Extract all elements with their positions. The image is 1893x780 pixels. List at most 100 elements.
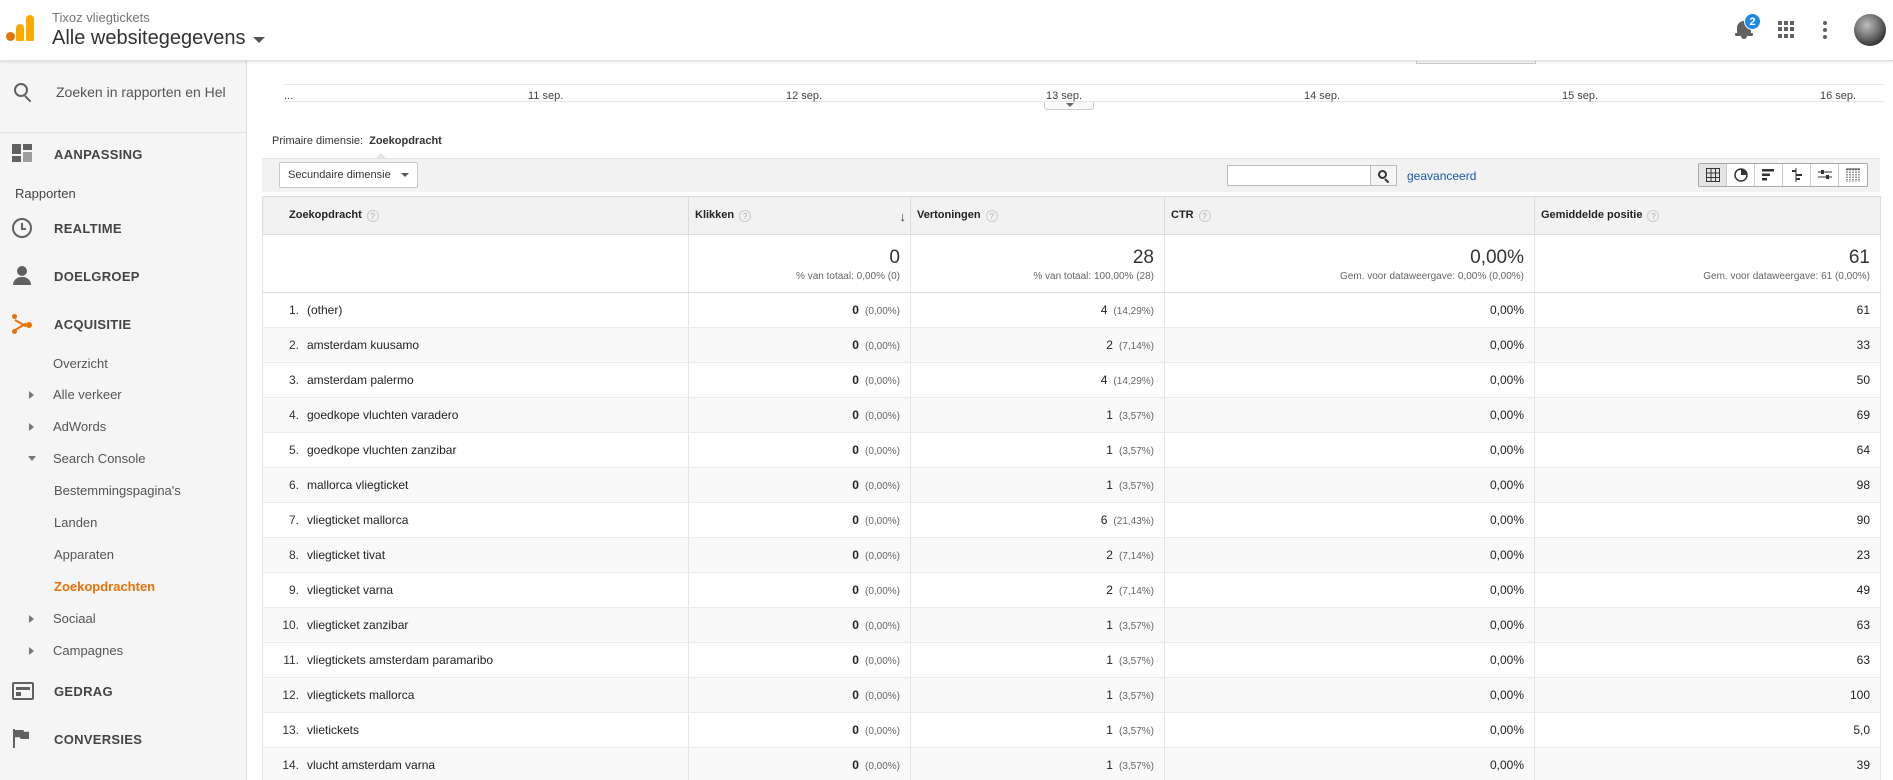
chevron-right-icon[interactable] — [29, 423, 34, 431]
query-link[interactable]: vliegticket tivat — [307, 548, 385, 562]
analytics-logo-icon[interactable] — [6, 15, 34, 41]
timeline-top-handle[interactable] — [1416, 61, 1536, 64]
timeline-expand-handle[interactable] — [1044, 102, 1094, 110]
query-cell: 13. vlietickets — [262, 712, 689, 748]
position-value: 90 — [1856, 513, 1870, 527]
avatar[interactable] — [1854, 14, 1886, 46]
query-link[interactable]: vliegticket mallorca — [307, 513, 408, 527]
sidebar-item-customization[interactable]: AANPASSING — [0, 134, 247, 174]
sidebar-item-realtime[interactable]: REALTIME — [0, 208, 247, 248]
query-link[interactable]: vliegtickets amsterdam paramaribo — [307, 653, 493, 667]
totals-ctr: 0,00% Gem. voor dataweergave: 0,00% (0,00… — [1164, 234, 1535, 293]
position-cell: 64 — [1534, 432, 1881, 468]
advanced-filter-link[interactable]: geavanceerd — [1407, 169, 1476, 183]
sidebar-item-all-traffic[interactable]: Alle verkeer — [53, 387, 122, 402]
impressions-cell: 1 (3,57%) — [910, 467, 1165, 503]
sidebar-item-behavior[interactable]: GEDRAG — [0, 671, 247, 711]
view-selector[interactable]: Alle websitegegevens — [52, 27, 266, 50]
performance-view-button[interactable] — [1755, 164, 1783, 186]
secondary-dimension-dropdown[interactable]: Secundaire dimensie — [279, 162, 418, 188]
impressions-value: 1 — [1106, 478, 1113, 492]
primary-dimension-value[interactable]: Zoekopdracht — [369, 135, 442, 147]
impressions-percent: (14,29%) — [1113, 306, 1154, 317]
help-icon[interactable]: ? — [1647, 209, 1660, 222]
term-cloud-view-button[interactable] — [1811, 164, 1839, 186]
clicks-cell: 0 (0,00%) — [688, 712, 911, 748]
query-link[interactable]: goedkope vluchten zanzibar — [307, 443, 456, 457]
apps-grid-icon[interactable] — [1778, 21, 1795, 38]
query-link[interactable]: amsterdam palermo — [307, 373, 414, 387]
impressions-value: 2 — [1106, 548, 1113, 562]
query-link[interactable]: goedkope vluchten varadero — [307, 408, 458, 422]
impressions-value: 6 — [1100, 513, 1108, 527]
impressions-value: 4 — [1100, 303, 1108, 317]
query-link[interactable]: mallorca vliegticket — [307, 478, 408, 492]
column-header-impressions[interactable]: Vertoningen? — [910, 196, 1165, 235]
row-index: 11. — [283, 653, 299, 667]
sidebar-item-overview[interactable]: Overzicht — [53, 356, 108, 371]
sidebar-item-queries[interactable]: Zoekopdrachten — [54, 579, 155, 594]
sidebar-item-acquisition[interactable]: ACQUISITIE — [0, 304, 247, 344]
table-view-button[interactable] — [1699, 164, 1727, 186]
sidebar-item-conversions[interactable]: CONVERSIES — [0, 719, 247, 759]
row-index: 1. — [288, 303, 299, 317]
table-filter-input[interactable] — [1227, 165, 1371, 186]
table-row: 3. amsterdam palermo 0 (0,00%) 4 (14,29%) 0,00… — [262, 362, 1881, 398]
column-header-query[interactable]: Zoekopdracht? — [262, 196, 689, 235]
clicks-cell: 0 (0,00%) — [688, 327, 911, 363]
help-icon[interactable]: ? — [985, 209, 998, 222]
search-input[interactable]: Zoeken in rapporten en Hel — [56, 84, 226, 100]
ctr-value: 0,00% — [1489, 688, 1524, 702]
clicks-value: 0 — [852, 758, 859, 772]
clicks-value: 0 — [852, 478, 859, 492]
table-row: 6. mallorca vliegticket 0 (0,00%) 1 (3,57%) 0,… — [262, 467, 1881, 503]
help-icon[interactable]: ? — [1198, 209, 1211, 222]
sidebar-item-countries[interactable]: Landen — [54, 515, 97, 530]
sidebar-item-devices[interactable]: Apparaten — [54, 547, 114, 562]
clicks-value: 0 — [852, 618, 859, 632]
position-value: 33 — [1856, 338, 1870, 352]
table-filter-button[interactable] — [1371, 165, 1397, 186]
sidebar-item-audience[interactable]: DOELGROEP — [0, 256, 247, 296]
totals-value: 28 — [1132, 247, 1154, 268]
row-index: 13. — [282, 723, 299, 737]
secondary-dimension-label: Secundaire dimensie — [288, 169, 391, 181]
sidebar-item-label: GEDRAG — [54, 684, 113, 699]
more-vert-icon[interactable] — [1823, 21, 1827, 39]
totals-position: 61 Gem. voor dataweergave: 61 (0,00%) — [1534, 234, 1881, 293]
sidebar-search[interactable]: Zoeken in rapporten en Hel — [0, 61, 247, 123]
help-icon[interactable]: ? — [366, 209, 379, 222]
chevron-right-icon[interactable] — [29, 615, 34, 623]
chevron-right-icon[interactable] — [29, 391, 34, 399]
column-header-ctr[interactable]: CTR? — [1164, 196, 1535, 235]
column-header-avg-position[interactable]: Gemiddelde positie? — [1534, 196, 1881, 235]
chevron-down-icon[interactable] — [28, 456, 36, 461]
query-link[interactable]: vlucht amsterdam varna — [307, 758, 435, 772]
query-cell: 1. (other) — [262, 292, 689, 328]
pie-view-button[interactable] — [1727, 164, 1755, 186]
column-header-clicks[interactable]: Klikken? ↓ — [688, 196, 911, 235]
sidebar-item-campaigns[interactable]: Campagnes — [53, 643, 123, 658]
query-link[interactable]: vliegtickets mallorca — [307, 688, 414, 702]
clicks-percent: (0,00%) — [864, 656, 900, 667]
query-link[interactable]: amsterdam kuusamo — [307, 338, 419, 352]
impressions-cell: 6 (21,43%) — [910, 502, 1165, 538]
impressions-cell: 2 (7,14%) — [910, 327, 1165, 363]
impressions-percent: (7,14%) — [1118, 586, 1154, 597]
column-header-label: Vertoningen — [917, 209, 981, 222]
query-link[interactable]: vliegticket varna — [307, 583, 393, 597]
query-link[interactable]: vlietickets — [307, 723, 359, 737]
chevron-down-icon — [1066, 103, 1074, 107]
pivot-view-button[interactable] — [1839, 164, 1867, 186]
sidebar-item-landing-pages[interactable]: Bestemmingspagina's — [54, 483, 181, 498]
sidebar-item-search-console[interactable]: Search Console — [53, 451, 146, 466]
query-link[interactable]: (other) — [307, 303, 342, 317]
clicks-percent: (0,00%) — [864, 516, 900, 527]
query-link[interactable]: vliegticket zanzibar — [307, 618, 408, 632]
help-icon[interactable]: ? — [739, 209, 752, 222]
comparison-view-button[interactable] — [1783, 164, 1811, 186]
sidebar-item-adwords[interactable]: AdWords — [53, 419, 106, 434]
row-index: 14. — [282, 758, 299, 772]
sidebar-item-social[interactable]: Sociaal — [53, 611, 96, 626]
chevron-right-icon[interactable] — [29, 647, 34, 655]
